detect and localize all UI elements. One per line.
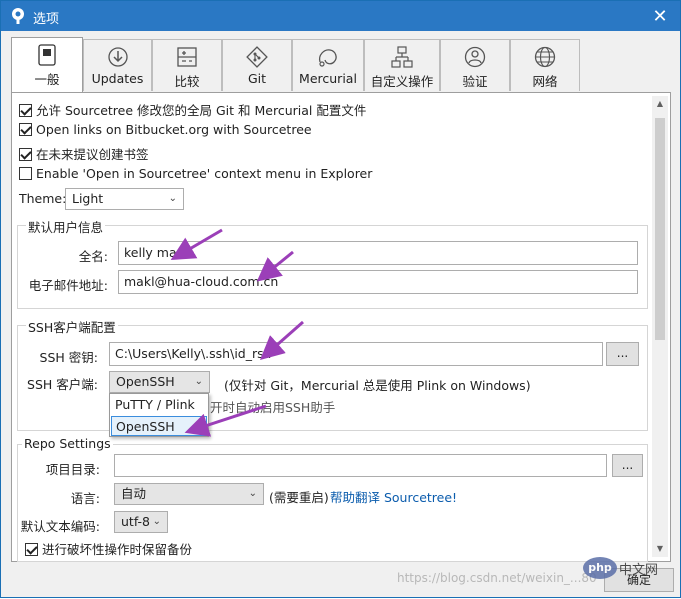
- ssh-key-label: SSH 密钥:: [39, 350, 98, 365]
- scrollbar-thumb[interactable]: [655, 118, 665, 340]
- language-label: 语言:: [70, 491, 100, 506]
- ssh-client-note: (仅针对 Git，Mercurial 总是使用 Plink on Windows…: [224, 378, 531, 393]
- group-title: Repo Settings: [22, 436, 113, 451]
- option-explorer-context-menu[interactable]: Enable 'Open in Sourcetree' context menu…: [19, 166, 372, 181]
- tab-diff[interactable]: 比较: [152, 39, 222, 91]
- mercurial-icon: [318, 49, 337, 67]
- checkbox[interactable]: [19, 123, 32, 136]
- tab-label: 一般: [34, 72, 60, 87]
- user-info-group: 默认用户信息 全名: kelly ma 电子邮件地址: makl@hua-clo…: [17, 217, 648, 309]
- language-select[interactable]: 自动 ⌄: [114, 483, 264, 505]
- checkbox[interactable]: [19, 148, 32, 161]
- ssh-key-browse-button[interactable]: ...: [606, 342, 639, 366]
- email-field[interactable]: makl@hua-cloud.com.cn: [118, 270, 638, 294]
- project-dir-label: 项目目录:: [45, 462, 100, 477]
- chevron-down-icon: ⌄: [194, 376, 203, 387]
- scroll-up-icon[interactable]: ▲: [652, 96, 668, 112]
- restart-note: (需要重启): [269, 490, 329, 505]
- general-settings-panel: 允许 Sourcetree 修改您的全局 Git 和 Mercurial 配置文…: [11, 92, 671, 562]
- git-icon: [246, 46, 268, 68]
- chevron-down-icon: ⌄: [248, 488, 257, 499]
- tab-custom-actions[interactable]: 自定义操作: [364, 39, 440, 91]
- tab-label: Updates: [91, 71, 144, 86]
- theme-label: Theme:: [19, 191, 67, 206]
- checkbox[interactable]: [19, 104, 32, 117]
- checkbox[interactable]: [19, 167, 32, 180]
- tab-label: 网络: [532, 74, 558, 89]
- ssh-key-field[interactable]: C:\Users\Kelly\.ssh\id_rsa: [109, 342, 603, 366]
- watermark-text: https://blog.csdn.net/weixin_...80: [397, 571, 597, 585]
- encoding-select[interactable]: utf-8 ⌄: [114, 511, 168, 533]
- tab-authentication[interactable]: 验证: [440, 39, 510, 91]
- window-title: 选项: [33, 12, 60, 27]
- tab-git[interactable]: Git: [222, 39, 292, 91]
- toggle-switch-icon: [38, 44, 56, 66]
- tab-network[interactable]: 网络: [510, 39, 580, 91]
- ssh-client-dropdown: PuTTY / Plink OpenSSH: [109, 393, 209, 437]
- theme-select[interactable]: Light ⌄: [65, 188, 184, 210]
- tab-label: Git: [247, 71, 267, 86]
- group-title: 默认用户信息: [26, 217, 106, 236]
- project-dir-field[interactable]: [114, 454, 607, 477]
- fullname-label: 全名:: [78, 249, 108, 264]
- title-bar: 选项 ✕: [1, 1, 680, 31]
- option-allow-config[interactable]: 允许 Sourcetree 修改您的全局 Git 和 Mercurial 配置文…: [19, 100, 366, 119]
- options-window: 选项 ✕ 一般 Updates 比较 Git Mercurial 自定义操作 验…: [0, 0, 681, 598]
- option-open-bitbucket-links[interactable]: Open links on Bitbucket.org with Sourcet…: [19, 122, 312, 137]
- tab-general[interactable]: 一般: [11, 37, 83, 93]
- project-dir-browse-button[interactable]: ...: [612, 454, 643, 477]
- sourcetree-logo-icon: [12, 8, 24, 24]
- diff-plus-minus-icon: [177, 47, 197, 67]
- checkbox[interactable]: [25, 543, 38, 556]
- ssh-client-label: SSH 客户端:: [27, 377, 98, 392]
- vertical-scrollbar[interactable]: ▲ ▼: [652, 96, 668, 557]
- encoding-label: 默认文本编码:: [20, 519, 100, 534]
- dropdown-option-putty[interactable]: PuTTY / Plink: [111, 395, 207, 415]
- tab-label: 验证: [462, 74, 488, 89]
- download-icon: [107, 47, 128, 67]
- email-label: 电子邮件地址:: [28, 278, 108, 293]
- repo-settings-group: Repo Settings 项目目录: ... 语言: 自动 ⌄ (需要重启) …: [17, 436, 648, 562]
- option-suggest-bookmarks[interactable]: 在未来提议创建书签: [19, 144, 149, 163]
- tab-mercurial[interactable]: Mercurial: [292, 39, 364, 91]
- fullname-field[interactable]: kelly ma: [118, 241, 638, 265]
- php-logo: php: [583, 557, 617, 579]
- ssh-client-select[interactable]: OpenSSH ⌄: [109, 371, 210, 393]
- custom-actions-icon: [391, 46, 413, 68]
- tab-label: 比较: [174, 74, 200, 89]
- tab-updates[interactable]: Updates: [83, 39, 152, 91]
- help-translate-link[interactable]: 帮助翻译 Sourcetree!: [330, 487, 457, 506]
- ssh-agent-option-label: 开时自动启用SSH助手: [210, 400, 336, 415]
- chevron-down-icon: ⌄: [152, 516, 161, 527]
- tab-label: 自定义操作: [370, 74, 434, 89]
- user-icon: [464, 46, 486, 68]
- option-keep-backups[interactable]: 进行破坏性操作时保留备份: [25, 539, 192, 558]
- tab-label: Mercurial: [299, 71, 357, 86]
- scroll-down-icon[interactable]: ▼: [652, 541, 668, 557]
- php-site-text: 中文网: [619, 563, 659, 578]
- chevron-down-icon: ⌄: [168, 193, 177, 204]
- group-title: SSH客户端配置: [26, 317, 118, 336]
- dropdown-option-openssh[interactable]: OpenSSH: [111, 416, 207, 436]
- globe-icon: [534, 46, 556, 68]
- close-icon[interactable]: ✕: [640, 1, 680, 31]
